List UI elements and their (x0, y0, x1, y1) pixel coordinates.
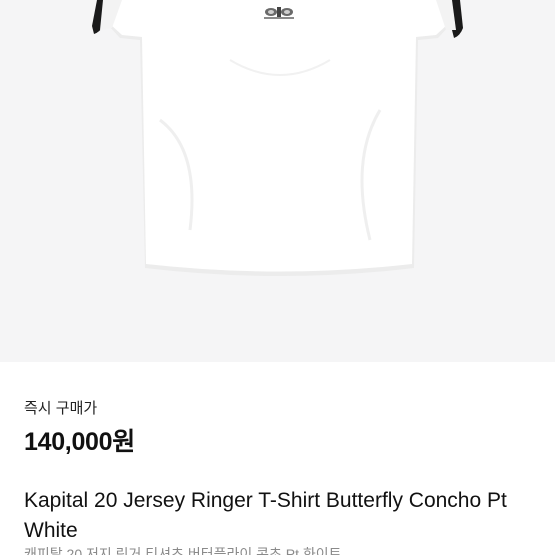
tshirt-body (110, 0, 448, 272)
price: 140,000원 (24, 428, 135, 456)
butterfly-concho-print (264, 7, 294, 19)
product-title: Kapital 20 Jersey Ringer T-Shirt Butterf… (24, 489, 507, 542)
instant-buy-price-label: 즉시 구매가 (24, 400, 98, 417)
product-page: 즉시 구매가 140,000원 Kapital 20 Jersey Ringer… (0, 0, 555, 555)
product-subtitle: 캐피탈 20 저지 링거 티셔츠 버터플라이 콘초 Pt 화이트 (24, 546, 342, 555)
product-image[interactable] (0, 0, 555, 362)
tshirt-illustration (92, 0, 463, 276)
